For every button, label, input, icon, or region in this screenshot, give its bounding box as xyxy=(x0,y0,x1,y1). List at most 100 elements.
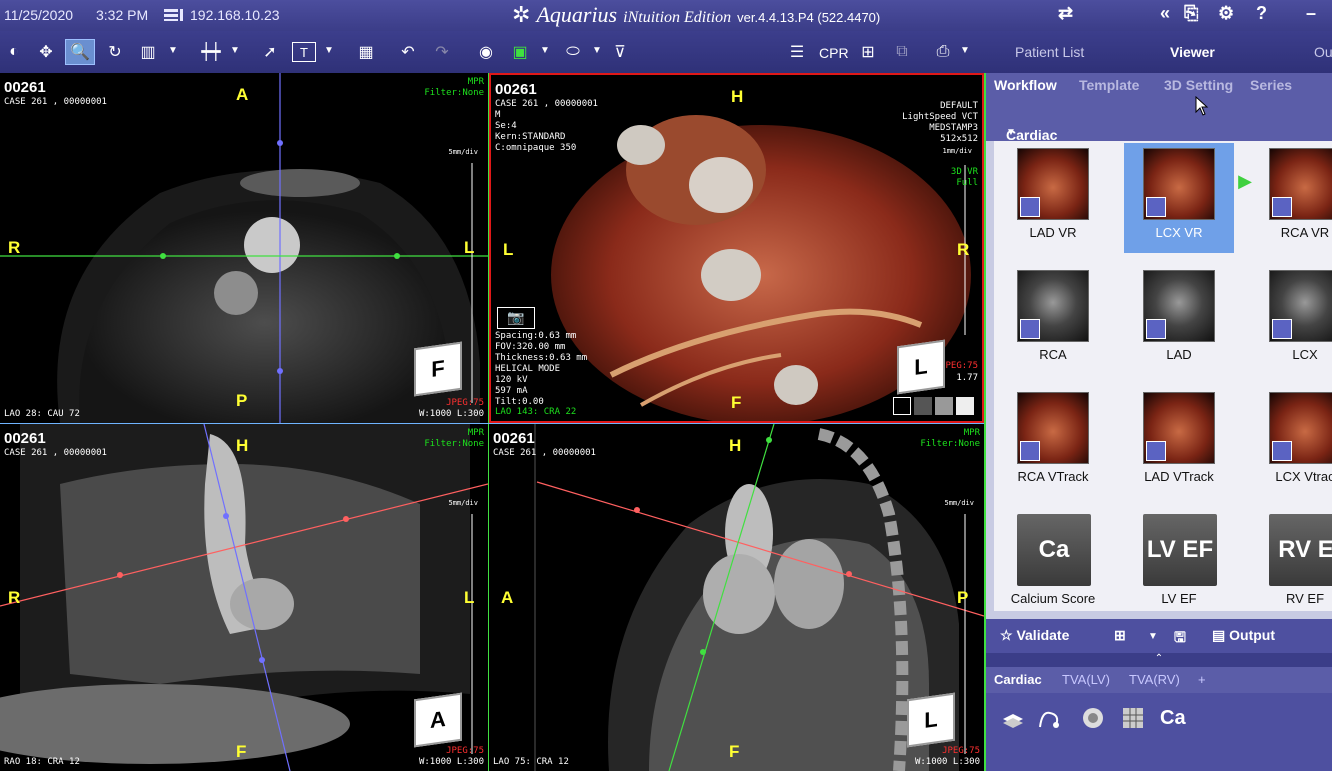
protocol-item[interactable]: LAD VR xyxy=(998,143,1108,253)
subtab-cardiac[interactable]: Cardiac xyxy=(994,672,1042,687)
viewport-3d-vr[interactable]: 00261 CASE 261 , 00000001 M Se:4 Kern:ST… xyxy=(489,73,984,423)
add-view-icon[interactable]: ⊞ xyxy=(856,39,880,65)
minimize-icon[interactable]: – xyxy=(1306,3,1316,24)
collapse-left-icon[interactable]: « xyxy=(1160,3,1170,24)
viewport-divider[interactable] xyxy=(0,423,984,424)
segment-icon[interactable]: ⬭ xyxy=(560,39,586,65)
pan-icon[interactable]: ✥ xyxy=(34,39,58,65)
chevron-down-icon[interactable]: ▼ xyxy=(324,45,334,56)
vessel-track-icon[interactable] xyxy=(1036,705,1062,731)
logout-icon[interactable]: ⎘ xyxy=(1184,3,1198,24)
viewport-sagittal[interactable]: 00261 CASE 261 , 00000001 MPR Filter:Non… xyxy=(489,424,984,771)
tab-template[interactable]: Template xyxy=(1079,77,1139,93)
list-view-icon[interactable]: ☰ xyxy=(784,39,810,65)
scanner-details: DEFAULT LightSpeed VCT MEDSTAMP3 512x512 xyxy=(902,101,978,144)
compression-label: JPEG:75 xyxy=(446,398,484,408)
protocol-item[interactable]: ▶ LCX VR xyxy=(1124,143,1252,253)
time-text: 3:32 PM xyxy=(96,7,149,23)
add-icon[interactable]: ⊞ xyxy=(1114,627,1126,644)
help-icon[interactable]: ? xyxy=(1256,3,1267,24)
layers-icon[interactable] xyxy=(1000,705,1026,731)
chevron-down-icon[interactable]: ▼ xyxy=(168,45,178,56)
filter-icon[interactable]: ⊽ xyxy=(612,39,628,65)
orient-top: H xyxy=(236,436,249,455)
rotate-icon[interactable]: ↻ xyxy=(104,39,126,65)
tab-viewer[interactable]: Viewer xyxy=(1170,44,1215,60)
scale-label: 1mm/div xyxy=(942,147,972,155)
protocol-item[interactable]: RV E RV EF xyxy=(1250,509,1332,619)
roi-icon[interactable]: ▣ xyxy=(508,39,532,65)
zoom-icon[interactable]: 🔍 xyxy=(65,39,95,65)
orientation-cube[interactable]: A xyxy=(414,692,462,748)
swap-icon[interactable]: ⇄ xyxy=(1058,3,1073,24)
collapse-arrow-icon[interactable]: ⌃ xyxy=(986,653,1332,667)
viewport-coronal[interactable]: 00261 CASE 261 , 00000001 MPR Filter:Non… xyxy=(0,424,488,771)
layout-grid-icon[interactable]: ▦ xyxy=(354,39,378,65)
validate-button[interactable]: ☆ Validate xyxy=(1000,627,1069,644)
viewport-divider[interactable] xyxy=(488,73,489,771)
target-icon[interactable] xyxy=(1080,705,1106,731)
mpr-info: MPR Filter:None xyxy=(920,428,980,450)
chevron-down-icon[interactable]: ▼ xyxy=(540,45,550,56)
pointer-icon[interactable]: ➚ xyxy=(260,39,280,65)
calcium-tool-button[interactable]: Ca xyxy=(1160,707,1186,730)
filter-label: Filter:None xyxy=(920,439,980,449)
grid-analysis-icon[interactable] xyxy=(1120,705,1146,731)
viewport-axial[interactable]: 00261 CASE 261 , 00000001 MPR Filter:Non… xyxy=(0,73,488,423)
protocol-item[interactable]: LAD VTrack xyxy=(1124,387,1234,497)
chevron-down-icon[interactable]: ▼ xyxy=(230,45,240,56)
subtab-tva-rv[interactable]: TVA(RV) xyxy=(1129,672,1180,687)
compression-label: JPEG:75 xyxy=(942,746,980,756)
protocol-item[interactable]: RCA VR xyxy=(1250,143,1332,253)
protocol-item[interactable]: LCX xyxy=(1250,265,1332,375)
measure-cube-icon[interactable]: ▥ xyxy=(136,39,160,65)
text-annotation-icon[interactable]: T xyxy=(292,42,316,62)
preset-swatch[interactable] xyxy=(914,397,932,415)
subtab-add[interactable]: + xyxy=(1198,672,1206,687)
tab-3d-setting[interactable]: 3D Setting xyxy=(1164,77,1233,93)
tab-series[interactable]: Series xyxy=(1250,77,1292,93)
patient-id: 00261 xyxy=(4,430,46,447)
chevron-down-icon[interactable]: ▼ xyxy=(960,45,970,56)
protocol-item[interactable]: RCA VTrack xyxy=(998,387,1108,497)
protocol-item-label: LAD VTrack xyxy=(1144,469,1214,484)
protocol-item[interactable]: LV EF LV EF xyxy=(1124,509,1234,619)
chevron-down-icon[interactable]: ▼ xyxy=(592,45,602,56)
tab-output[interactable]: Ou xyxy=(1314,44,1332,60)
mpr-label: MPR xyxy=(467,77,484,87)
protocol-item[interactable]: Ca Calcium Score xyxy=(998,509,1108,619)
undo-icon[interactable]: ↶ xyxy=(396,39,420,65)
ruler-icon[interactable]: ┿┿ xyxy=(196,39,226,65)
protocol-item[interactable]: RCA xyxy=(998,265,1108,375)
cpr-button[interactable]: CPR xyxy=(819,45,849,61)
protocol-selector[interactable]: Cardiac ▼ xyxy=(986,97,1332,143)
tab-patient-list[interactable]: Patient List xyxy=(1015,44,1084,60)
gear-icon[interactable]: ⚙ xyxy=(1218,3,1234,24)
preset-swatch[interactable] xyxy=(956,397,974,415)
camera-icon[interactable]: 📷 xyxy=(497,307,535,329)
redo-icon[interactable]: ↷ xyxy=(430,39,454,65)
subtab-tva-lv[interactable]: TVA(LV) xyxy=(1062,672,1110,687)
vr-thumbnail xyxy=(1143,148,1215,220)
window-level: W:1000 L:300 xyxy=(914,757,980,767)
protocol-item[interactable]: LAD xyxy=(1124,265,1234,375)
protocol-item[interactable]: LCX Vtrac xyxy=(1250,387,1332,497)
chevron-down-icon[interactable]: ▼ xyxy=(1148,631,1158,642)
output-button[interactable]: ▤ Output xyxy=(1212,627,1275,644)
contrast-icon[interactable]: ◐ xyxy=(4,39,24,65)
orientation-cube[interactable]: L xyxy=(907,692,955,748)
orient-left: R xyxy=(8,238,21,257)
export-icon[interactable]: ⎙ xyxy=(930,39,956,65)
preset-swatch[interactable] xyxy=(893,397,911,415)
tab-workflow[interactable]: Workflow xyxy=(994,77,1057,93)
orientation-cube[interactable]: L xyxy=(897,339,945,395)
preset-swatch[interactable] xyxy=(935,397,953,415)
orient-top: H xyxy=(731,87,744,106)
orient-bottom: P xyxy=(236,391,248,410)
protocol-item-label: Calcium Score xyxy=(1010,591,1096,606)
app-version: ver.4.4.13.P4 (522.4470) xyxy=(737,10,881,25)
color-map-icon[interactable]: ◉ xyxy=(474,39,498,65)
orientation-cube[interactable]: F xyxy=(414,341,462,397)
save-icon[interactable]: 🖫 xyxy=(1174,627,1186,651)
zoom-fit-icon[interactable]: ⧉ xyxy=(890,39,914,65)
